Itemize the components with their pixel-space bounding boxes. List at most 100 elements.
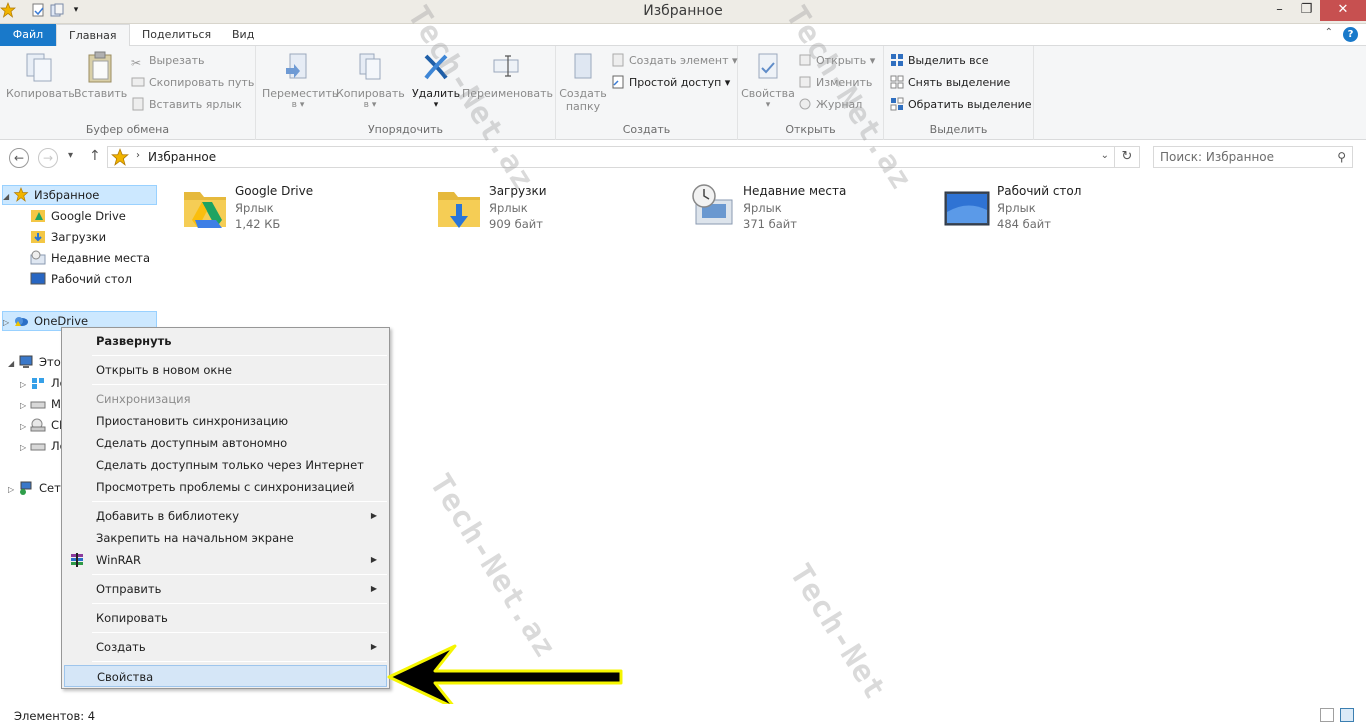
collapse-ribbon-icon[interactable]: ⌃ <box>1325 27 1333 42</box>
expand-arrow-icon[interactable]: ▷ <box>8 480 18 499</box>
menu-item-pin-to-start[interactable]: Закрепить на начальном экране <box>64 527 387 549</box>
menu-item-open-new-window[interactable]: Открыть в новом окне <box>64 359 387 381</box>
menu-item-copy[interactable]: Копировать <box>64 607 387 629</box>
nav-item-downloads[interactable]: Загрузки <box>30 228 106 248</box>
nav-item-pc-child-2[interactable]: ▷ М <box>20 395 61 415</box>
google-drive-icon <box>184 192 226 228</box>
tiles-view-icon[interactable] <box>1340 708 1354 722</box>
cut-button[interactable]: ✂ Вырезать <box>131 52 204 70</box>
chevron-down-icon[interactable]: ⌄ <box>1101 150 1109 161</box>
close-button[interactable]: ✕ <box>1320 0 1366 21</box>
desktop-icon <box>30 271 46 286</box>
edit-icon <box>798 75 812 89</box>
menu-item-winrar[interactable]: WinRAR ▶ <box>64 549 387 571</box>
group-label: Выделить <box>929 123 988 136</box>
search-icon[interactable]: ⚲ <box>1337 150 1346 164</box>
maximize-button[interactable]: ❐ <box>1293 0 1320 21</box>
context-menu: Развернуть Открыть в новом окне Синхрони… <box>61 327 390 689</box>
copy-to-icon <box>359 53 381 80</box>
recent-places-icon <box>692 184 733 225</box>
file-item-google-drive[interactable]: Google Drive Ярлык 1,42 КБ <box>174 178 414 234</box>
address-bar[interactable]: › Избранное ⌄ <box>107 146 1115 168</box>
help-icon[interactable]: ? <box>1343 27 1358 42</box>
menu-item-make-offline[interactable]: Сделать доступным автономно <box>64 432 387 454</box>
move-to-button[interactable]: Переместить в ▾ <box>262 50 338 110</box>
details-view-icon[interactable] <box>1320 708 1334 722</box>
up-button[interactable]: ↑ <box>89 148 101 164</box>
invert-selection-button[interactable]: Обратить выделение <box>890 96 1032 114</box>
star-icon <box>111 148 129 169</box>
minimize-button[interactable]: – <box>1266 0 1293 21</box>
new-folder-icon <box>574 53 592 79</box>
paste-shortcut-button[interactable]: Вставить ярлык <box>131 96 242 114</box>
new-folder-button[interactable]: Создать папку <box>558 50 608 113</box>
paste-icon <box>88 51 112 83</box>
file-size: 909 байт <box>489 217 543 231</box>
menu-item-add-to-library[interactable]: Добавить в библиотеку ▶ <box>64 505 387 527</box>
tab-home[interactable]: Главная <box>56 24 130 47</box>
recent-locations-button[interactable]: ▾ <box>68 150 73 161</box>
menu-item-create[interactable]: Создать ▶ <box>64 636 387 658</box>
computer-icon <box>18 354 34 369</box>
select-all-button[interactable]: Выделить все <box>890 52 988 70</box>
nav-item-pc-child-4[interactable]: ▷ Ло <box>20 437 67 457</box>
copy-path-button[interactable]: Скопировать путь <box>131 74 254 92</box>
invert-selection-icon <box>890 97 904 111</box>
menu-item-online-only[interactable]: Сделать доступным только через Интернет <box>64 454 387 476</box>
breadcrumb-separator-icon[interactable]: › <box>136 150 140 161</box>
file-size: 371 байт <box>743 217 797 231</box>
nav-item-recent-places[interactable]: Недавние места <box>30 249 150 269</box>
menu-item-view-sync-problems[interactable]: Просмотреть проблемы с синхронизацией <box>64 476 387 498</box>
expand-arrow-icon[interactable]: ◢ <box>8 354 18 373</box>
nav-item-favorites[interactable]: ◢ Избранное <box>2 185 157 205</box>
onedrive-icon <box>13 313 29 328</box>
copy-button[interactable]: Копировать <box>6 50 75 100</box>
menu-item-properties[interactable]: Свойства <box>64 665 387 687</box>
expand-arrow-icon[interactable]: ▷ <box>20 438 30 457</box>
select-none-button[interactable]: Снять выделение <box>890 74 1010 92</box>
nav-item-google-drive[interactable]: Google Drive <box>30 207 126 227</box>
group-label: Буфер обмена <box>85 123 170 136</box>
properties-button[interactable]: Свойства ▾ <box>740 50 796 110</box>
scissors-icon: ✂ <box>131 56 142 70</box>
libraries-icon <box>30 375 46 390</box>
nav-item-desktop[interactable]: Рабочий стол <box>30 270 132 290</box>
tab-share[interactable]: Поделиться <box>130 24 223 46</box>
tab-view[interactable]: Вид <box>220 24 266 46</box>
menu-separator <box>92 632 387 633</box>
menu-item-sync-header: Синхронизация <box>96 392 191 406</box>
menu-item-pause-sync[interactable]: Приостановить синхронизацию <box>64 410 387 432</box>
menu-item-expand[interactable]: Развернуть <box>64 330 387 352</box>
file-size: 484 байт <box>997 217 1051 231</box>
menu-item-label: Отправить <box>96 582 162 596</box>
submenu-arrow-icon: ▶ <box>370 642 377 651</box>
expand-arrow-icon[interactable]: ▷ <box>3 313 13 332</box>
search-input[interactable] <box>1154 147 1324 167</box>
tab-file[interactable]: Файл <box>0 24 56 46</box>
window-controls: – ❐ ✕ <box>1266 0 1366 21</box>
nav-item-pc-child-1[interactable]: ▷ Ло <box>20 374 67 394</box>
new-item-button[interactable]: Создать элемент ▾ <box>611 52 738 70</box>
nav-item-pc-child-3[interactable]: ▷ СI <box>20 416 62 436</box>
breadcrumb[interactable]: Избранное <box>148 150 216 164</box>
expand-arrow-icon[interactable]: ▷ <box>20 417 30 436</box>
refresh-button[interactable]: ↻ <box>1115 146 1140 168</box>
copy-to-button[interactable]: Копировать в ▾ <box>336 50 405 110</box>
easy-access-button[interactable]: Простой доступ ▾ <box>611 74 730 92</box>
file-item-downloads[interactable]: Загрузки Ярлык 909 байт <box>428 178 668 234</box>
expand-arrow-icon[interactable]: ▷ <box>20 396 30 415</box>
back-button[interactable]: ← <box>9 148 29 168</box>
forward-button[interactable]: → <box>38 148 58 168</box>
nav-item-this-pc[interactable]: ◢ Этот <box>8 353 67 373</box>
menu-item-send-to[interactable]: Отправить ▶ <box>64 578 387 600</box>
paste-button[interactable]: Вставить <box>74 50 127 100</box>
network-icon <box>18 480 34 495</box>
file-item-desktop[interactable]: Рабочий стол Ярлык 484 байт <box>936 178 1176 234</box>
expand-arrow-icon[interactable]: ▷ <box>20 375 30 394</box>
item-count: Элементов: 4 <box>14 709 96 723</box>
desktop-icon <box>944 191 990 226</box>
file-name: Недавние места <box>743 184 847 198</box>
expand-arrow-icon[interactable]: ◢ <box>3 187 13 206</box>
nav-item-network[interactable]: ▷ Сет <box>8 479 61 499</box>
downloads-icon <box>30 229 46 244</box>
